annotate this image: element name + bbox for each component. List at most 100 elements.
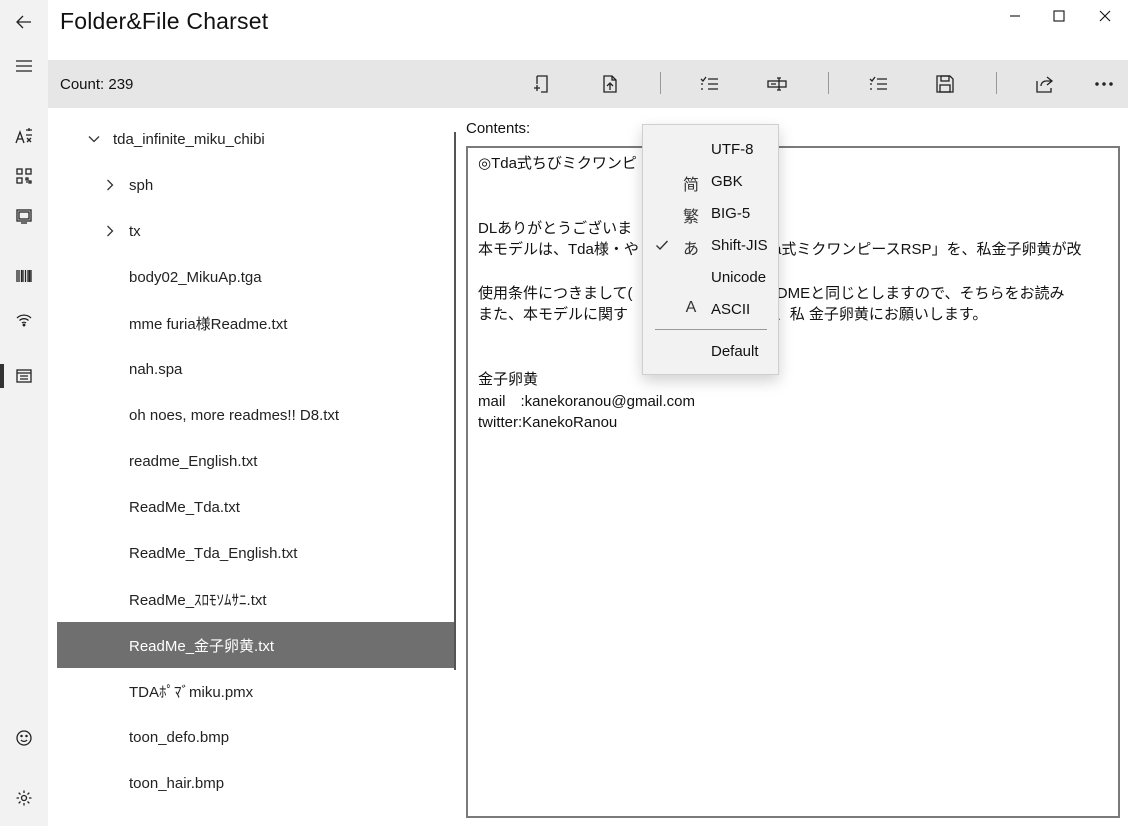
tree-item[interactable]: body02_MikuAp.tga [57,254,456,300]
font-charset-icon[interactable] [0,116,48,156]
menu-item-utf-8[interactable]: UTF-8 [643,133,778,165]
smiley-icon[interactable] [0,718,48,758]
hamburger-icon[interactable] [0,46,48,86]
menu-item-label: Default [711,343,759,360]
item-count: Count: 239 [60,76,134,93]
media-icon[interactable] [0,196,48,236]
app-window: Folder&File Charset Count: 239 tda_infin… [0,0,1128,826]
tree-item-label: TDAﾎﾟﾏﾞmiku.pmx [129,683,254,701]
tree-item-label: ReadMe_金子卵黄.txt [129,637,275,655]
content-line: ◎Tda式ちびミクワンピ [478,155,637,172]
menu-item-unicode[interactable]: Unicode [643,261,778,293]
share-icon [1036,76,1054,93]
tree-item-label: sph [129,176,154,194]
chevron-down-icon[interactable] [87,132,101,146]
tree-item-label: nah.spa [129,360,183,378]
barcode-icon[interactable] [0,256,48,296]
menu-item-ascii[interactable]: A ASCII [643,293,778,325]
back-arrow-icon[interactable] [0,2,48,42]
tree-item[interactable]: toon_defo.bmp [57,714,456,760]
nav-rail [0,0,48,826]
more-icon [1095,82,1113,86]
tree-item-label: ReadMe_Tda_English.txt [129,544,298,562]
tree-item-label: body02_MikuAp.tga [129,268,262,286]
menu-item-default[interactable]: Default [643,335,778,367]
tree-scrollbar[interactable] [454,132,456,670]
share-button[interactable] [1025,64,1065,104]
content-line: 金子卵黄 [478,371,539,388]
menu-item-label: Shift-JIS [711,237,768,254]
tree-item[interactable]: ReadMe_Tda.txt [57,484,456,530]
tree-item-label: ReadMe_ｽﾛﾓｿﾑｻﾆ.txt [129,591,267,609]
contents-textbox[interactable]: ◎Tda式ちびミクワンピ DLありがとうございま本モデルは、Tda様・や Tda式… [466,146,1120,818]
toolbar-separator [828,72,829,94]
charset-glyph-icon: 繁 [682,209,699,226]
tree-item[interactable]: tx [57,208,456,254]
charset-glyph-icon: 简 [682,177,699,194]
select-list-button[interactable] [858,64,898,104]
chevron-right-icon[interactable] [103,224,117,238]
tree-item[interactable]: oh noes, more readmes!! D8.txt [57,392,456,438]
folder-list-icon[interactable] [0,356,48,396]
checkmark-icon [655,238,669,252]
tree-item-label: readme_English.txt [129,452,258,470]
menu-item-shift-jis[interactable]: あ Shift-JIS [643,229,778,261]
tree-item-label: tx [129,222,141,240]
tree-item-label: ReadMe_Tda.txt [129,498,240,516]
menu-item-label: UTF-8 [711,141,754,158]
tree-item[interactable]: toon_hair.bmp [57,760,456,806]
contents-label: Contents: [466,120,531,137]
tree-item[interactable]: ReadMe_金子卵黄.txt [57,622,456,668]
window-title: Folder&File Charset [60,8,269,34]
folder-tree: tda_infinite_miku_chibisph tx body02_MikuA… [57,116,456,826]
menu-item-big-5[interactable]: 繁 BIG-5 [643,197,778,229]
qr-code-icon[interactable] [0,156,48,196]
more-button[interactable] [1084,64,1124,104]
menu-item-label: GBK [711,173,743,190]
chevron-right-icon[interactable] [103,178,117,192]
menu-item-label: ASCII [711,301,751,318]
content-line: DLありがとうございま [478,219,633,237]
title-bar: Folder&File Charset [48,0,1128,60]
tree-item[interactable]: sph [57,162,456,208]
tree-item-label: toon_defo.bmp [129,728,230,746]
save-icon [936,75,954,93]
close-button[interactable] [1082,0,1128,32]
content-line: 本モデルは、Tda様・や Tda式ミクワンピースRSP」を、私金子卵黄が改 [478,241,1082,259]
check-list-icon [700,76,718,90]
open-folder-icon [534,75,548,93]
rename-icon [767,77,787,91]
open-file-icon [603,75,617,93]
tree-item[interactable]: ReadMe_Tda_English.txt [57,530,456,576]
tree-item[interactable]: TDAﾎﾟﾏﾞmiku.pmx [57,668,456,714]
tree-item-label: oh noes, more readmes!! D8.txt [129,406,340,424]
rename-button[interactable] [757,64,797,104]
command-bar: Count: 239 [48,60,1128,108]
minimize-button[interactable] [992,0,1038,32]
menu-item-label: Unicode [711,269,767,286]
menu-item-gbk[interactable]: 简 GBK [643,165,778,197]
wifi-icon[interactable] [0,298,48,338]
save-button[interactable] [925,64,965,104]
tree-item[interactable]: readme_English.txt [57,438,456,484]
charset-glyph-icon: A [685,299,697,316]
toolbar-separator [660,72,661,94]
tree-item[interactable]: tda_infinite_miku_chibi [57,116,456,162]
tree-item[interactable]: nah.spa [57,346,456,392]
menu-separator [655,329,767,330]
content-line: mail :kanekoranou@gmail.com [478,392,695,410]
open-file-button[interactable] [590,64,630,104]
tree-item[interactable]: mme furia様Readme.txt [57,300,456,346]
tree-item-label: tda_infinite_miku_chibi [113,130,265,148]
close-icon [1099,10,1111,22]
settings-icon[interactable] [0,778,48,818]
check-list-button[interactable] [689,64,729,104]
tree-item[interactable]: ReadMe_ｽﾛﾓｿﾑｻﾆ.txt [57,576,456,622]
tree-item-label: toon_hair.bmp [129,774,225,792]
maximize-button[interactable] [1036,0,1082,32]
charset-glyph-icon: あ [682,241,699,258]
content-line: twitter:KanekoRanou [478,414,618,432]
maximize-icon [1053,10,1065,22]
open-folder-button[interactable] [521,64,561,104]
tree-item-label: mme furia様Readme.txt [129,315,288,333]
